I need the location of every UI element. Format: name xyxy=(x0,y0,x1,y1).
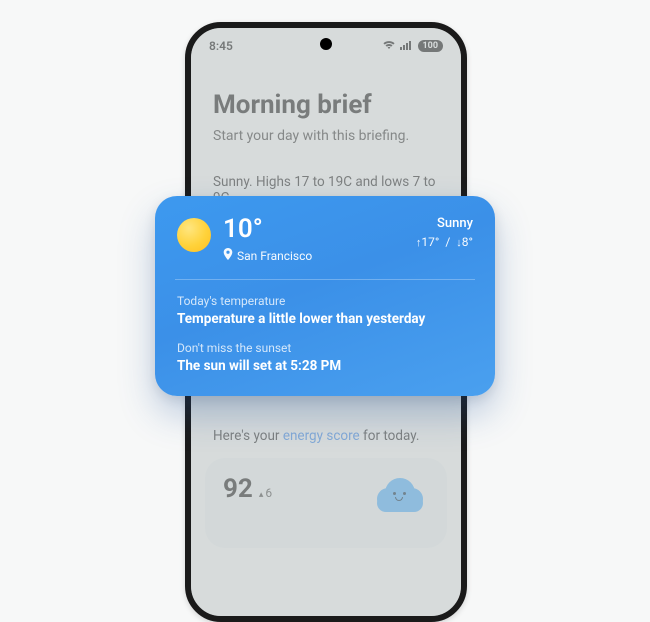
weather-section1-text: Temperature a little lower than yesterda… xyxy=(177,311,473,327)
weather-card[interactable]: 10° San Francisco Sunny ↑17° / ↓8° Today… xyxy=(155,196,495,396)
weather-condition: Sunny xyxy=(416,216,473,231)
weather-section2-text: The sun will set at 5:28 PM xyxy=(177,358,473,374)
page-subtitle: Start your day with this briefing. xyxy=(213,128,439,144)
energy-score-link[interactable]: energy score xyxy=(283,428,360,444)
battery-pill: 100 xyxy=(418,40,444,52)
page-title: Morning brief xyxy=(213,90,439,120)
weather-card-header: 10° San Francisco Sunny ↑17° / ↓8° xyxy=(177,216,473,263)
weather-section2-label: Don't miss the sunset xyxy=(177,341,473,355)
page-content: Morning brief Start your day with this b… xyxy=(191,58,461,206)
energy-intro: Here's your energy score for today. xyxy=(213,428,439,444)
energy-intro-prefix: Here's your xyxy=(213,428,283,444)
energy-score-value: 92 xyxy=(223,474,253,504)
weather-section1-label: Today's temperature xyxy=(177,294,473,308)
signal-icon xyxy=(400,39,414,53)
weather-temp: 10° xyxy=(223,216,312,242)
weather-low: 8° xyxy=(462,235,473,249)
weather-high: 17° xyxy=(421,235,439,249)
weather-location: San Francisco xyxy=(237,249,312,263)
energy-score-delta: 6 xyxy=(259,486,272,500)
wifi-icon xyxy=(382,39,396,53)
energy-card-left: 92 6 xyxy=(223,474,272,504)
weather-range: ↑17° / ↓8° xyxy=(416,235,473,249)
energy-intro-suffix: for today. xyxy=(360,428,420,444)
location-pin-icon xyxy=(223,248,233,263)
front-camera xyxy=(320,38,332,50)
energy-mood-icon xyxy=(377,478,423,512)
weather-divider xyxy=(175,279,475,280)
status-right: 100 xyxy=(382,39,444,53)
status-time: 8:45 xyxy=(209,39,233,53)
energy-card[interactable]: 92 6 xyxy=(205,458,447,548)
sun-icon xyxy=(177,218,211,252)
